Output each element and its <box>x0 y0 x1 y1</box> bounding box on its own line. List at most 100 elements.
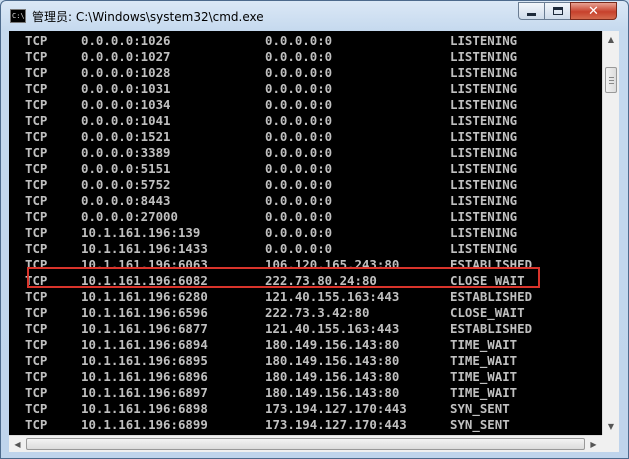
cell-local: 10.1.161.196:6894 <box>81 337 208 352</box>
cell-foreign: 0.0.0.0:0 <box>265 129 333 144</box>
console-row: TCP 10.1.161.196:6895 180.149.156.143:80 TI… <box>9 353 602 369</box>
minimize-icon <box>527 13 536 16</box>
cell-state: LISTENING <box>450 81 518 96</box>
cell-foreign: 173.194.127.170:443 <box>265 417 407 432</box>
console-row: TCP 10.1.161.196:6898 173.194.127.170:443 S… <box>9 401 602 417</box>
cell-local: 0.0.0.0:27000 <box>81 209 178 224</box>
cell-local: 0.0.0.0:1521 <box>81 129 171 144</box>
cell-state: LISTENING <box>450 177 518 192</box>
cell-state: LISTENING <box>450 97 518 112</box>
cell-local: 0.0.0.0:3389 <box>81 145 171 160</box>
cell-proto: TCP <box>25 401 48 416</box>
title-bar[interactable]: C:\ 管理员: C:\Windows\system32\cmd.exe ✕ <box>1 1 628 31</box>
cell-local: 10.1.161.196:6898 <box>81 401 208 416</box>
console-row: TCP 0.0.0.0:1034 0.0.0.0:0 LISTENING <box>9 97 602 113</box>
cell-proto: TCP <box>25 289 48 304</box>
console-row: TCP 0.0.0.0:1041 0.0.0.0:0 LISTENING <box>9 113 602 129</box>
cell-proto: TCP <box>25 81 48 96</box>
cell-proto: TCP <box>25 145 48 160</box>
cell-local: 0.0.0.0:1027 <box>81 49 171 64</box>
close-button[interactable]: ✕ <box>570 2 617 20</box>
console-row: TCP 10.1.161.196:6877 121.40.155.163:443 ES… <box>9 321 602 337</box>
cell-state: SYN_SENT <box>450 401 510 416</box>
cell-state: LISTENING <box>450 33 518 48</box>
cell-proto: TCP <box>25 369 48 384</box>
vertical-scroll-thumb[interactable] <box>605 67 617 93</box>
cell-local: 10.1.161.196:6896 <box>81 369 208 384</box>
maximize-button[interactable] <box>544 2 571 20</box>
console-output[interactable]: TCP 0.0.0.0:1026 0.0.0.0:0 LISTENING TCP 0.0.… <box>9 31 602 435</box>
cell-proto: TCP <box>25 225 48 240</box>
cell-state: LISTENING <box>450 49 518 64</box>
cell-local: 0.0.0.0:5151 <box>81 161 171 176</box>
horizontal-scrollbar[interactable]: ◀ ▶ <box>9 435 602 452</box>
cell-state: LISTENING <box>450 241 518 256</box>
grip-line <box>609 77 614 78</box>
cell-local: 0.0.0.0:1041 <box>81 113 171 128</box>
cell-proto: TCP <box>25 385 48 400</box>
cell-local: 10.1.161.196:6877 <box>81 321 208 336</box>
cell-proto: TCP <box>25 193 48 208</box>
cell-proto: TCP <box>25 97 48 112</box>
cell-foreign: 0.0.0.0:0 <box>265 49 333 64</box>
cell-local: 10.1.161.196:139 <box>81 225 201 240</box>
cell-proto: TCP <box>25 209 48 224</box>
highlight-box <box>27 267 540 288</box>
cell-state: LISTENING <box>450 129 518 144</box>
vertical-scrollbar[interactable]: ▲ ▼ <box>602 31 619 435</box>
resize-corner[interactable] <box>602 435 619 452</box>
horizontal-scroll-thumb[interactable] <box>26 438 585 450</box>
cell-proto: TCP <box>25 113 48 128</box>
cell-foreign: 0.0.0.0:0 <box>265 225 333 240</box>
cell-local: 0.0.0.0:1028 <box>81 65 171 80</box>
scroll-up-button[interactable]: ▲ <box>603 31 619 48</box>
cell-state: LISTENING <box>450 113 518 128</box>
cell-foreign: 0.0.0.0:0 <box>265 113 333 128</box>
console-row: TCP 0.0.0.0:1521 0.0.0.0:0 LISTENING <box>9 129 602 145</box>
scroll-right-button[interactable]: ▶ <box>585 436 602 452</box>
console-row: TCP 0.0.0.0:27000 0.0.0.0:0 LISTENING <box>9 209 602 225</box>
cell-foreign: 121.40.155.163:443 <box>265 289 400 304</box>
minimize-button[interactable] <box>518 2 545 20</box>
scroll-down-button[interactable]: ▼ <box>603 418 619 435</box>
cell-proto: TCP <box>25 33 48 48</box>
cell-foreign: 180.149.156.143:80 <box>265 337 400 352</box>
cell-local: 10.1.161.196:6280 <box>81 289 208 304</box>
cell-foreign: 173.194.127.170:443 <box>265 401 407 416</box>
console-row-highlighted: TCP 10.1.161.196:1433 0.0.0.0:0 LISTENING <box>9 241 602 257</box>
cell-foreign: 180.149.156.143:80 <box>265 369 400 384</box>
cell-foreign: 180.149.156.143:80 <box>265 353 400 368</box>
cell-state: CLOSE_WAIT <box>450 305 525 320</box>
maximize-icon <box>552 7 563 15</box>
console-row: TCP 0.0.0.0:8443 0.0.0.0:0 LISTENING <box>9 193 602 209</box>
cell-local: 0.0.0.0:5752 <box>81 177 171 192</box>
console-row: TCP 10.1.161.196:6896 180.149.156.143:80 TI… <box>9 369 602 385</box>
cell-foreign: 222.73.3.42:80 <box>265 305 370 320</box>
console-row: TCP 10.1.161.196:6899 173.194.127.170:443 S… <box>9 417 602 433</box>
cell-foreign: 0.0.0.0:0 <box>265 193 333 208</box>
console-row: TCP 10.1.161.196:139 0.0.0.0:0 LISTENING <box>9 225 602 241</box>
console-row: TCP 10.1.161.196:6596 222.73.3.42:80 CLOSE_… <box>9 305 602 321</box>
cell-proto: TCP <box>25 177 48 192</box>
window-title: 管理员: C:\Windows\system32\cmd.exe <box>32 10 264 24</box>
scroll-left-button[interactable]: ◀ <box>9 436 26 452</box>
cell-local: 0.0.0.0:1026 <box>81 33 171 48</box>
console-row: TCP 10.1.161.196:6897 180.149.156.143:80 TI… <box>9 385 602 401</box>
cell-proto: TCP <box>25 129 48 144</box>
console-row: TCP 0.0.0.0:3389 0.0.0.0:0 LISTENING <box>9 145 602 161</box>
cell-local: 0.0.0.0:1034 <box>81 97 171 112</box>
cell-state: ESTABLISHED <box>450 289 533 304</box>
cell-state: LISTENING <box>450 145 518 160</box>
cell-local: 0.0.0.0:1031 <box>81 81 171 96</box>
cell-local: 0.0.0.0:8443 <box>81 193 171 208</box>
cell-foreign: 0.0.0.0:0 <box>265 161 333 176</box>
console-row: TCP 0.0.0.0:1028 0.0.0.0:0 LISTENING <box>9 65 602 81</box>
cell-state: LISTENING <box>450 225 518 240</box>
console-row: TCP 0.0.0.0:1027 0.0.0.0:0 LISTENING <box>9 49 602 65</box>
cmd-icon[interactable]: C:\ <box>10 9 26 23</box>
grip-line <box>609 80 614 81</box>
cell-proto: TCP <box>25 49 48 64</box>
cell-local: 10.1.161.196:1433 <box>81 241 208 256</box>
grip-line <box>609 83 614 84</box>
cell-proto: TCP <box>25 417 48 432</box>
